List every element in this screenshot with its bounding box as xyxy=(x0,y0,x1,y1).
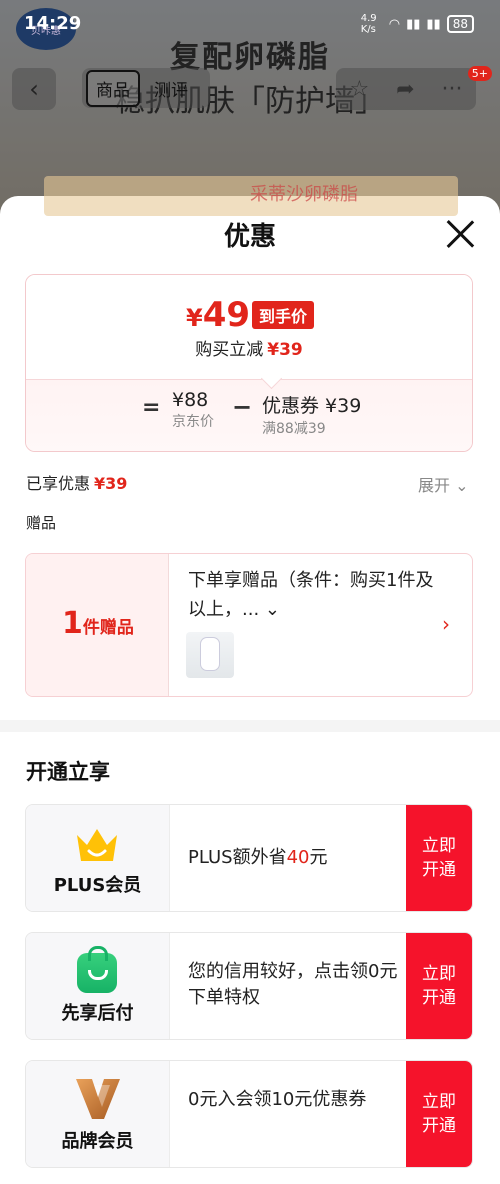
pay-later-desc: 您的信用较好，点击领0元下单特权 xyxy=(188,961,398,1008)
brand-member-name: 品牌会员 xyxy=(61,1131,134,1152)
brand-member-card[interactable]: 品牌会员 0元入会领10元优惠券 立即开通 xyxy=(25,1060,473,1168)
pay-later-card[interactable]: 先享后付 您的信用较好，点击领0元下单特权 立即开通 xyxy=(25,932,473,1040)
plus-open-button[interactable]: 立即开通 xyxy=(406,805,472,911)
top-navigation: ‹ 商品 测评 ☆ ➦ ··· 5+ xyxy=(0,66,500,112)
price-summary: ¥49 到手价 购买立减 ¥39 = ¥88 京东价 − 优惠券 ¥39 满88减… xyxy=(25,274,473,452)
share-icon[interactable]: ➦ xyxy=(396,77,414,102)
final-price: ¥49 xyxy=(186,295,251,335)
plus-member-card[interactable]: PLUS会员 PLUS额外省40元 立即开通 xyxy=(25,804,473,912)
jd-price: ¥88 京东价 xyxy=(172,389,214,430)
tab-product[interactable]: 商品 xyxy=(86,69,140,107)
chevron-down-icon: ⌄ xyxy=(450,476,469,495)
plus-member-name: PLUS会员 xyxy=(53,875,142,896)
purchase-reduction: 购买立减 ¥39 xyxy=(195,340,303,360)
crown-icon xyxy=(77,829,117,861)
open-benefits-title: 开通立享 xyxy=(26,760,110,784)
banner-text: 采蒂沙卵磷脂 xyxy=(250,184,358,205)
back-button[interactable]: ‹ xyxy=(12,68,56,110)
close-icon[interactable] xyxy=(444,218,476,250)
signal-icon: ▮▮ xyxy=(406,16,421,32)
signal-icon-2: ▮▮ xyxy=(426,16,441,32)
discount-sheet: 优惠 ¥49 到手价 购买立减 ¥39 = ¥88 京东价 − 优惠券 ¥39 满… xyxy=(0,196,500,1184)
pay-later-open-button[interactable]: 立即开通 xyxy=(406,933,472,1039)
minus-sign: − xyxy=(232,393,253,421)
more-icon[interactable]: ··· xyxy=(442,77,463,102)
status-icons: 4.9 K/s ◠ ▮▮ ▮▮ 88 xyxy=(361,13,474,35)
status-time: 14:29 xyxy=(24,13,82,34)
star-icon[interactable]: ☆ xyxy=(349,77,369,102)
chevron-left-icon: ‹ xyxy=(29,75,39,103)
coupon-discount: 优惠券 ¥39 满88减39 xyxy=(262,395,362,437)
plus-member-desc: PLUS额外省40元 xyxy=(188,847,328,868)
notification-badge: 5+ xyxy=(467,66,492,81)
gift-condition: 下单享赠品（条件：购买1件及以上，... ⌄ xyxy=(188,570,434,620)
gift-product-image[interactable] xyxy=(186,632,234,678)
final-price-tag: 到手价 xyxy=(252,301,315,329)
chevron-down-icon: ⌄ xyxy=(259,599,280,620)
gift-card[interactable]: 1件赠品 下单享赠品（条件：购买1件及以上，... ⌄ › xyxy=(25,553,473,697)
shopping-bag-icon xyxy=(77,946,117,993)
tab-bar: 商品 测评 xyxy=(82,68,210,108)
battery-icon: 88 xyxy=(446,15,474,33)
gift-section-label: 赠品 xyxy=(26,514,57,532)
chevron-right-icon[interactable]: › xyxy=(442,612,450,636)
brand-member-open-button[interactable]: 立即开通 xyxy=(406,1061,472,1167)
status-bar: 14:29 4.9 K/s ◠ ▮▮ ▮▮ 88 xyxy=(0,0,500,46)
brand-member-desc: 0元入会领10元优惠券 xyxy=(188,1089,367,1110)
tab-review[interactable]: 测评 xyxy=(146,72,196,105)
expand-button[interactable]: 展开 ⌄ xyxy=(418,472,469,496)
action-group: ☆ ➦ ··· xyxy=(336,68,476,110)
section-divider xyxy=(0,720,500,732)
enjoyed-discount: 已享优惠 ¥39 xyxy=(26,474,128,493)
network-speed: 4.9 K/s xyxy=(360,13,377,35)
v-logo-icon xyxy=(76,1079,120,1119)
wifi-icon: ◠ xyxy=(388,16,401,32)
equals-sign: = xyxy=(142,395,161,420)
sheet-title: 优惠 xyxy=(223,222,276,252)
gift-count: 1件赠品 xyxy=(62,606,134,641)
pay-later-name: 先享后付 xyxy=(61,1003,134,1024)
